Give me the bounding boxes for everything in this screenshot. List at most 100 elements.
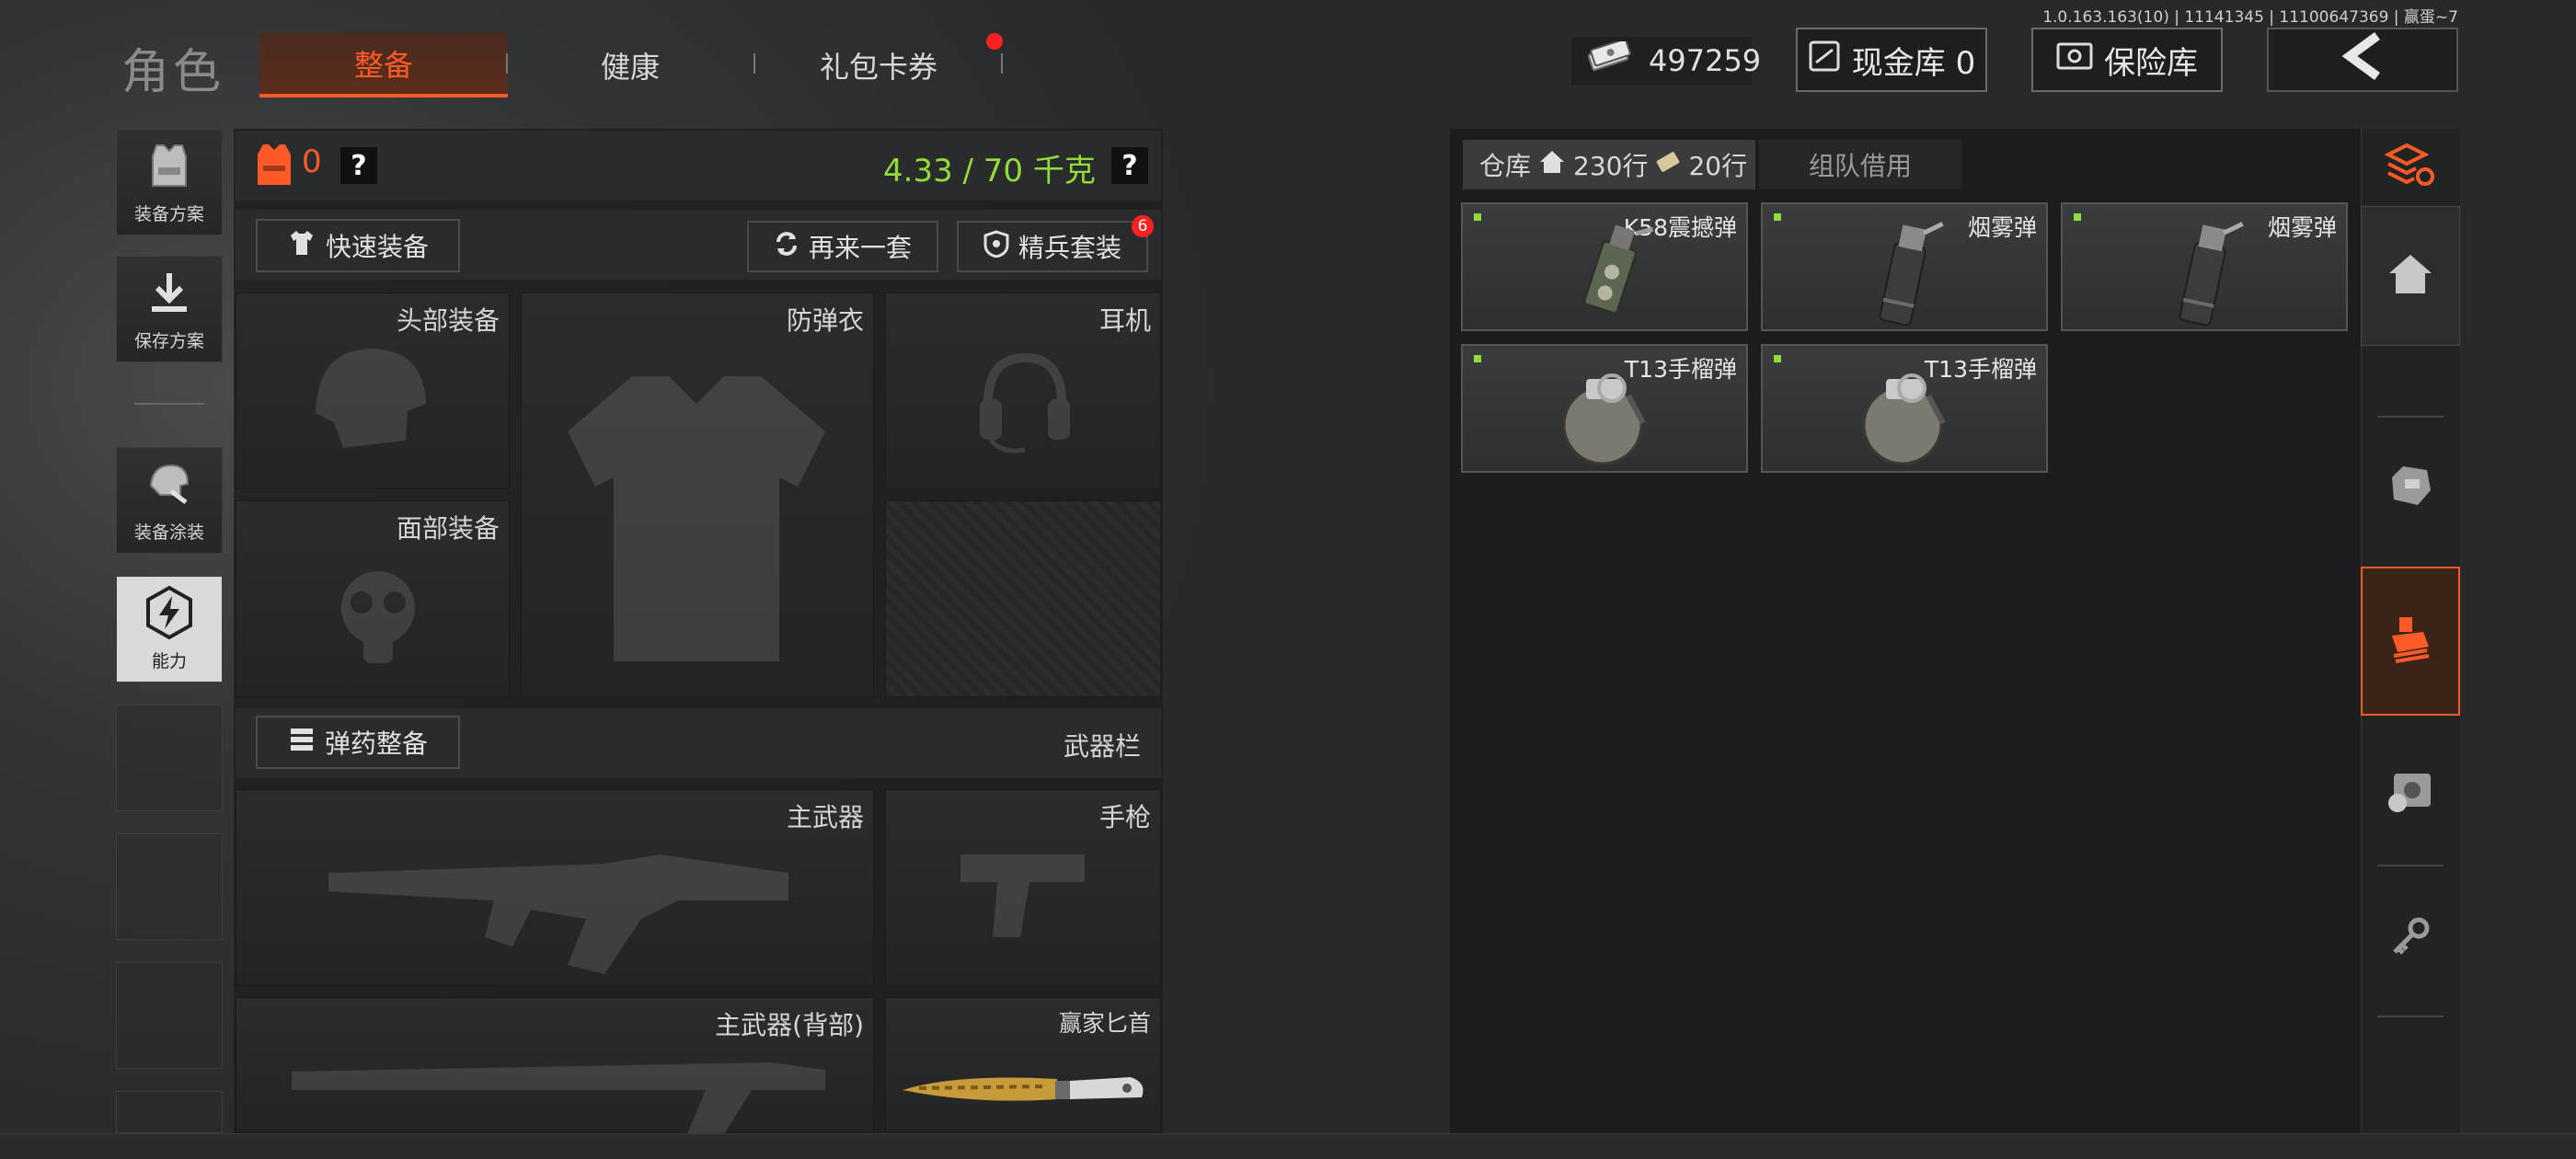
item-name: 烟雾弹: [2267, 214, 2337, 241]
storage-item[interactable]: T13手榴弹: [1761, 344, 2048, 473]
stack-refresh-icon: [2384, 142, 2436, 191]
cash-vault-button[interactable]: 现金库 0: [1796, 28, 1987, 92]
notification-dot: [986, 33, 1003, 50]
storage-item[interactable]: 烟雾弹: [1761, 202, 2048, 331]
slot-label: 赢家匕首: [1058, 1010, 1151, 1037]
new-marker: [1474, 355, 1481, 362]
tab-warehouse[interactable]: 仓库 230行 20行: [1463, 140, 1755, 189]
tab-health-label: 健康: [600, 50, 660, 85]
rail-refresh-button[interactable]: [2361, 129, 2460, 204]
sidebar-item-loadout-plan[interactable]: 装备方案: [116, 129, 223, 235]
elite-kit-button[interactable]: 精兵套装: [957, 221, 1148, 272]
bottom-bar: [0, 1133, 2576, 1159]
sidebar-item-label: 保存方案: [133, 331, 204, 351]
page-title: 角色: [121, 45, 225, 100]
tab-team-borrow[interactable]: 组队借用: [1759, 140, 1961, 189]
new-marker: [1774, 355, 1781, 362]
shirt-icon: [287, 228, 316, 264]
rifle-icon: [328, 855, 788, 974]
weight-display: 4.33 / 70 千克: [883, 153, 1096, 189]
reroll-button[interactable]: 再来一套: [747, 221, 938, 272]
face-gear-slot[interactable]: 面部装备: [236, 500, 510, 697]
new-marker: [2074, 213, 2081, 221]
tab-health[interactable]: 健康: [506, 33, 754, 98]
chevron-left-icon: [2340, 31, 2385, 88]
currency-amount: 497259: [1649, 43, 1762, 78]
rail-divider: [2377, 416, 2444, 418]
headset-icon: [980, 352, 1070, 453]
tab-equip[interactable]: 整备: [259, 33, 508, 98]
sidebar-item-skin[interactable]: 装备涂装: [116, 447, 223, 554]
tab-equip-label: 整备: [353, 48, 413, 83]
body-armor-slot[interactable]: 防弹衣: [521, 293, 874, 697]
tab-gift-vouchers[interactable]: 礼包卡券: [754, 33, 1003, 98]
rail-armor-button[interactable]: [2361, 432, 2460, 543]
rail-ammo-button[interactable]: [2361, 567, 2460, 716]
rail-key-button[interactable]: [2361, 883, 2460, 993]
safe-box-icon: [2385, 768, 2436, 818]
sidebar-item-save-plan[interactable]: 保存方案: [116, 256, 223, 362]
ticket-rows: 20行: [1688, 151, 1748, 181]
sidebar-empty-slot: [116, 962, 223, 1069]
head-gear-slot[interactable]: 头部装备: [236, 293, 510, 489]
reroll-label: 再来一套: [808, 233, 912, 263]
sidebar-item-label: 装备方案: [133, 204, 204, 224]
elite-kit-badge: 6: [1132, 215, 1154, 237]
slot-label: 主武器(背部): [715, 1010, 864, 1040]
back-weapon-slot[interactable]: 主武器(背部): [236, 997, 874, 1134]
slot-label: 面部装备: [396, 513, 500, 544]
rail-safe-box-button[interactable]: [2361, 738, 2460, 848]
knife-icon: [903, 1077, 1144, 1101]
home-icon: [1538, 149, 1566, 181]
refresh-icon: [774, 231, 799, 263]
ability-bolt-icon: [142, 577, 197, 648]
vault-icon: [1808, 40, 1841, 81]
helmet-paint-icon: [144, 448, 195, 519]
home-icon: [2387, 253, 2433, 299]
tab-gift-label: 礼包卡券: [819, 50, 937, 85]
download-icon: [146, 257, 192, 327]
armor-vest-icon: [254, 142, 294, 191]
ammo-icon: [288, 726, 316, 760]
ammo-prep-label: 弹药整备: [324, 729, 428, 759]
quick-equip-button[interactable]: 快速装备: [256, 219, 460, 272]
tab-warehouse-label: 仓库: [1479, 151, 1532, 181]
safe-button[interactable]: 保险库: [2031, 28, 2223, 92]
rail-home-button[interactable]: [2361, 206, 2460, 346]
ammo-prep-button[interactable]: 弹药整备: [256, 716, 460, 769]
pistol-slot[interactable]: 手枪: [885, 789, 1161, 986]
frag-grenade-icon: [1862, 373, 1946, 465]
tab-separator: [1001, 53, 1003, 74]
sidebar-item-ability[interactable]: 能力: [116, 576, 223, 683]
warehouse-rows: 230行: [1573, 151, 1649, 181]
sidebar-empty-slot: [116, 705, 223, 811]
gas-mask-icon: [341, 571, 415, 663]
ticket-icon: [1655, 150, 1681, 180]
shield-icon: [983, 229, 1009, 264]
ammo-crate-icon: [2386, 614, 2434, 669]
melee-slot[interactable]: 赢家匕首: [885, 997, 1161, 1133]
primary-weapon-slot[interactable]: 主武器: [236, 789, 874, 986]
storage-item[interactable]: K58震撼弹: [1461, 202, 1748, 331]
key-icon: [2389, 915, 2432, 961]
storage-item[interactable]: 烟雾弹: [2061, 202, 2348, 331]
frag-grenade-icon: [1562, 373, 1646, 465]
new-marker: [1474, 213, 1481, 221]
rifle-icon: [292, 1062, 825, 1134]
smoke-grenade-icon: [1879, 222, 1944, 327]
sidebar-empty-slot: [116, 833, 223, 940]
safe-label: 保险库: [2104, 44, 2198, 82]
sidebar-divider: [134, 403, 204, 405]
sidebar-item-label: 装备涂装: [133, 522, 204, 543]
earphone-slot[interactable]: 耳机: [885, 293, 1161, 489]
back-button[interactable]: [2267, 28, 2458, 92]
stun-grenade-icon: [1582, 224, 1654, 315]
elite-kit-label: 精兵套装: [1018, 233, 1121, 263]
weight-help-button[interactable]: ?: [1111, 147, 1148, 184]
storage-item[interactable]: T13手榴弹: [1461, 344, 1748, 473]
item-name: 烟雾弹: [1967, 214, 2037, 241]
weapons-section-label: 武器栏: [1063, 731, 1141, 762]
slot-label: 头部装备: [396, 305, 500, 336]
cash-vault-label: 现金库 0: [1851, 44, 1976, 82]
armor-help-button[interactable]: ?: [340, 147, 377, 184]
